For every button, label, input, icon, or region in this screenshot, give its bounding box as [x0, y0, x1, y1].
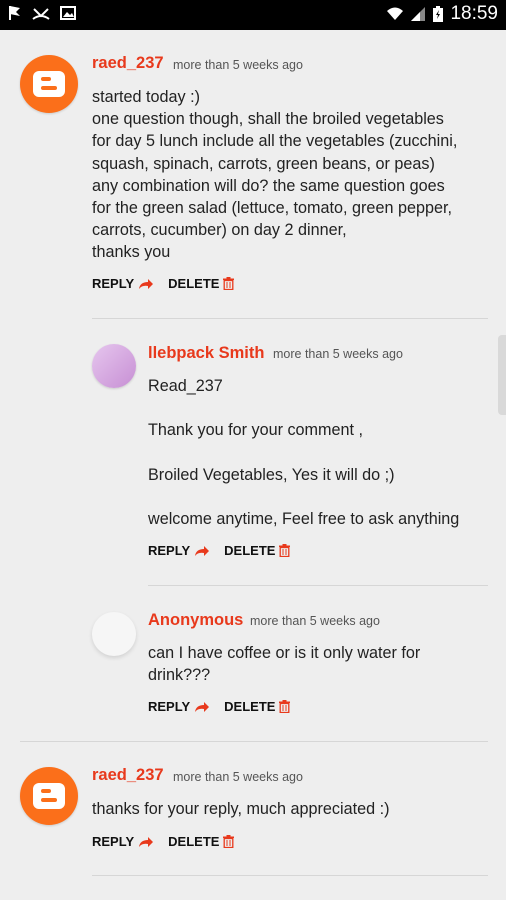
- reply-arrow-icon: [139, 836, 154, 847]
- avatar[interactable]: [92, 344, 136, 388]
- trash-icon: [223, 835, 235, 848]
- avatar[interactable]: [20, 767, 78, 825]
- reply-button[interactable]: REPLY: [148, 543, 210, 558]
- avatar[interactable]: [20, 55, 78, 113]
- comment-author[interactable]: llebpack Smith: [148, 344, 264, 363]
- image-icon: [60, 6, 76, 20]
- delete-button[interactable]: DELETE: [224, 543, 291, 558]
- comment-body: can I have coffee or is it only water fo…: [148, 644, 421, 685]
- comment-list[interactable]: raed_237 more than 5 weeks ago started t…: [0, 30, 506, 900]
- reply-button[interactable]: REPLY: [92, 276, 154, 291]
- comment-author[interactable]: Anonymous: [148, 611, 243, 630]
- missed-call-icon: [32, 8, 50, 20]
- trash-icon: [279, 700, 291, 713]
- delete-label: DELETE: [224, 543, 276, 558]
- delete-label: DELETE: [224, 699, 276, 714]
- comment-time: more than 5 weeks ago: [250, 614, 380, 628]
- divider: [92, 318, 488, 319]
- flag-icon: [9, 6, 20, 20]
- delete-label: DELETE: [168, 276, 220, 291]
- edge-panel-handle[interactable]: [498, 335, 506, 415]
- delete-button[interactable]: DELETE: [168, 276, 235, 291]
- comment-body: Read_237 Thank you for your comment , Br…: [148, 377, 460, 529]
- blogger-icon: [33, 71, 65, 97]
- comment-time: more than 5 weeks ago: [173, 58, 303, 72]
- comment-body: started today :) one question though, sh…: [92, 88, 458, 262]
- trash-icon: [279, 544, 291, 557]
- comment-time: more than 5 weeks ago: [273, 347, 403, 361]
- comment-time: more than 5 weeks ago: [173, 770, 303, 784]
- battery-icon: [433, 6, 444, 22]
- clock: 18:59: [450, 3, 498, 24]
- divider: [148, 585, 488, 586]
- comment-author[interactable]: raed_237: [92, 54, 164, 73]
- delete-label: DELETE: [168, 834, 220, 849]
- reply-arrow-icon: [139, 278, 154, 289]
- wifi-icon: [387, 7, 404, 20]
- divider: [20, 741, 488, 742]
- signal-icon: [411, 7, 426, 21]
- delete-button[interactable]: DELETE: [168, 834, 235, 849]
- comment-author[interactable]: raed_237: [92, 766, 164, 785]
- reply-label: REPLY: [92, 276, 135, 291]
- reply-button[interactable]: REPLY: [92, 834, 154, 849]
- blogger-icon: [33, 783, 65, 809]
- trash-icon: [223, 277, 235, 290]
- comment-body: thanks for your reply, much appreciated …: [92, 800, 390, 818]
- reply-button[interactable]: REPLY: [148, 699, 210, 714]
- avatar[interactable]: [92, 612, 136, 656]
- reply-label: REPLY: [92, 834, 135, 849]
- status-bar: 18:59: [0, 0, 506, 30]
- reply-arrow-icon: [195, 701, 210, 712]
- reply-label: REPLY: [148, 699, 191, 714]
- divider: [92, 875, 488, 876]
- reply-arrow-icon: [195, 545, 210, 556]
- reply-label: REPLY: [148, 543, 191, 558]
- delete-button[interactable]: DELETE: [224, 699, 291, 714]
